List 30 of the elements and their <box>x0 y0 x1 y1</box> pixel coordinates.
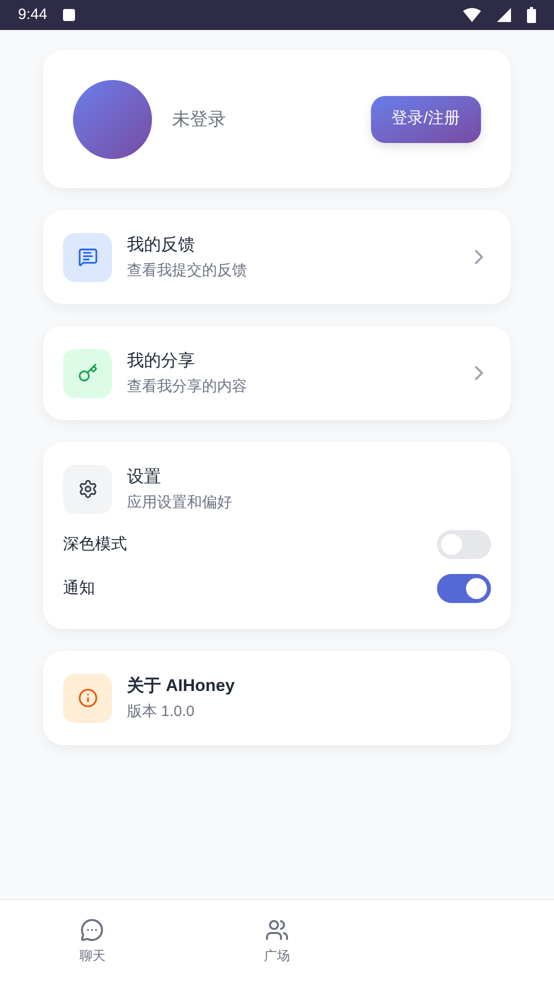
message-icon <box>78 247 98 267</box>
version-text: 版本 1.0.0 <box>127 702 196 722</box>
menu-card[interactable]: 我的分享 查看我分享的内容 <box>43 326 511 420</box>
toggle-label: 深色模式 <box>63 534 127 554</box>
battery-icon <box>527 7 536 23</box>
wifi-icon <box>463 8 481 22</box>
info-icon <box>78 688 98 708</box>
signal-icon <box>497 8 511 22</box>
menu-card[interactable]: 我的反馈 查看我提交的反馈 <box>43 210 511 304</box>
settings-subtitle: 应用设置和偏好 <box>127 492 232 512</box>
menu-subtitle: 查看我提交的反馈 <box>127 260 247 280</box>
toggle-label: 通知 <box>63 578 95 598</box>
about-card[interactable]: 关于 AIHoney 版本 1.0.0 <box>43 651 511 745</box>
about-title: 关于 AIHoney <box>127 675 235 697</box>
menu-title: 我的反馈 <box>127 234 196 256</box>
toggle-switch[interactable] <box>437 574 491 603</box>
chat-icon <box>80 918 104 942</box>
notification-icon <box>63 9 76 21</box>
people-icon <box>264 918 289 942</box>
username-text: 未登录 <box>172 108 226 130</box>
key-icon <box>78 363 98 383</box>
nav-tab[interactable]: 广场 <box>184 900 370 984</box>
nav-tab[interactable]: 聊天 <box>0 900 185 984</box>
clock-text: 9:44 <box>18 4 48 25</box>
menu-title: 我的分享 <box>127 350 196 372</box>
toggle-switch[interactable] <box>437 530 491 559</box>
settings-icon <box>78 479 98 499</box>
settings-title: 设置 <box>127 466 162 488</box>
menu-subtitle: 查看我分享的内容 <box>127 376 247 396</box>
login-button[interactable]: 登录/注册 <box>370 96 481 142</box>
